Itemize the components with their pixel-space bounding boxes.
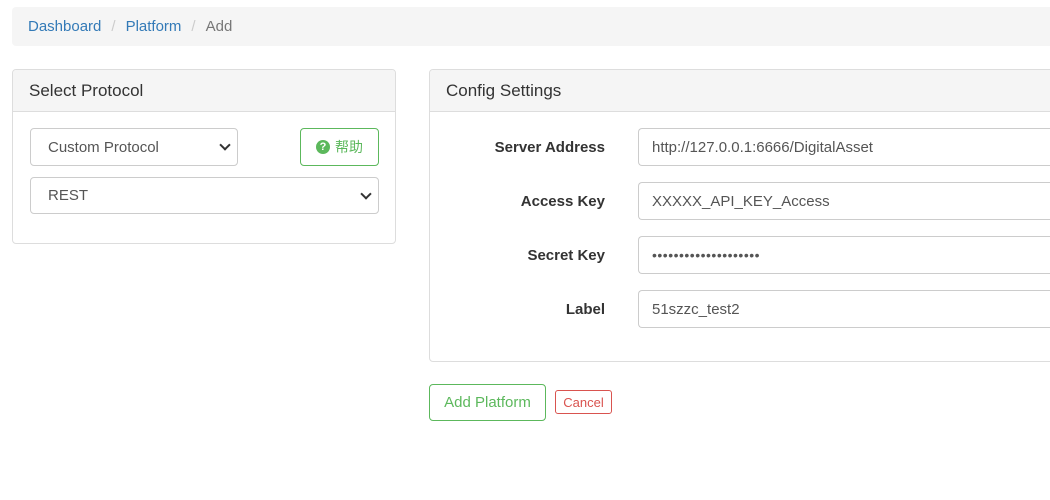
question-circle-icon: ? xyxy=(316,140,330,154)
chevron-down-icon xyxy=(219,139,231,151)
secret-key-input[interactable]: •••••••••••••••••••• xyxy=(638,236,1050,274)
access-key-input[interactable]: XXXXX_API_KEY_Access xyxy=(638,182,1050,220)
add-platform-button[interactable]: Add Platform xyxy=(429,384,546,421)
secret-key-label: Secret Key xyxy=(527,246,605,264)
cancel-button[interactable]: Cancel xyxy=(555,390,612,414)
server-address-row: Server Address http://127.0.0.1:6666/Dig… xyxy=(430,128,1050,166)
breadcrumb: Dashboard / Platform / Add xyxy=(12,7,1050,46)
help-button-label: 帮助 xyxy=(335,139,363,155)
protocol-type-select[interactable]: REST xyxy=(30,177,379,214)
server-address-label: Server Address xyxy=(494,138,605,156)
access-key-row: Access Key XXXXX_API_KEY_Access xyxy=(430,182,1050,220)
panel-title: Config Settings xyxy=(430,70,1050,112)
breadcrumb-dashboard-link[interactable]: Dashboard xyxy=(28,18,101,35)
label-input[interactable]: 51szzc_test2 xyxy=(638,290,1050,328)
protocol-select[interactable]: Custom Protocol xyxy=(30,128,238,166)
server-address-input[interactable]: http://127.0.0.1:6666/DigitalAsset xyxy=(638,128,1050,166)
access-key-label: Access Key xyxy=(520,192,605,210)
label-row: Label 51szzc_test2 xyxy=(430,290,1050,328)
label-field-label: Label xyxy=(565,300,605,318)
secret-key-row: Secret Key •••••••••••••••••••• xyxy=(430,236,1050,274)
config-settings-panel: Config Settings Server Address http://12… xyxy=(429,69,1050,362)
help-button[interactable]: ? 帮助 xyxy=(300,128,379,166)
breadcrumb-separator: / xyxy=(111,18,116,35)
chevron-down-icon xyxy=(360,187,372,200)
breadcrumb-current: Add xyxy=(205,18,233,35)
protocol-type-select-value: REST xyxy=(48,187,89,204)
breadcrumb-platform-link[interactable]: Platform xyxy=(126,18,182,35)
panel-title: Select Protocol xyxy=(13,70,395,112)
protocol-select-value: Custom Protocol xyxy=(48,138,159,156)
breadcrumb-separator: / xyxy=(191,18,196,35)
select-protocol-panel: Select Protocol Custom Protocol ? 帮助 RES… xyxy=(12,69,396,244)
